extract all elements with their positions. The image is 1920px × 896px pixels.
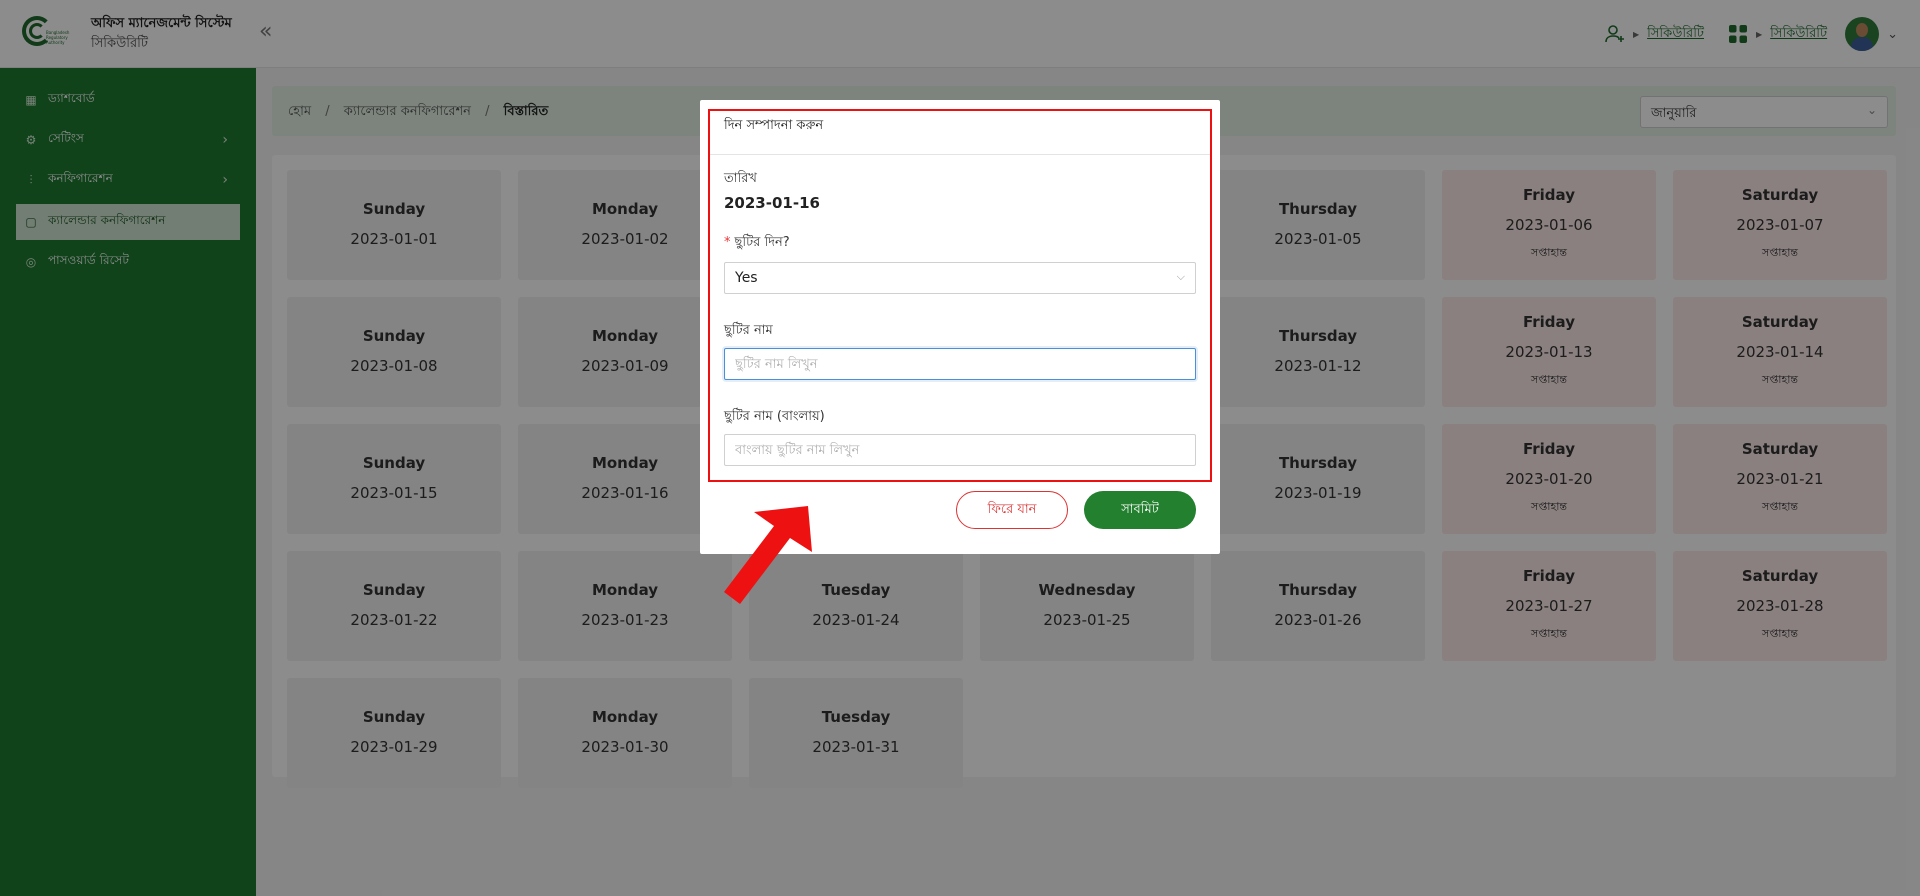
annotation-arrow-icon (724, 506, 812, 604)
modal-divider (710, 154, 1210, 155)
holiday-question-text: ছুটির দিন? (734, 235, 790, 250)
holiday-name-input[interactable] (724, 348, 1196, 380)
holiday-select-value: Yes (735, 270, 758, 286)
holiday-name-label: ছুটির নাম (724, 323, 773, 338)
back-button[interactable]: ফিরে যান (956, 491, 1068, 529)
date-label: তারিখ (724, 171, 757, 186)
modal-title: দিন সম্পাদনা করুন (724, 118, 824, 133)
edit-day-modal (700, 100, 1220, 554)
chevron-down-icon: ⌵ (1176, 270, 1185, 283)
holiday-name-bn-label: ছুটির নাম (বাংলায়) (724, 409, 825, 424)
submit-button[interactable]: সাবমিট (1084, 491, 1196, 529)
holiday-select[interactable]: Yes ⌵ (724, 262, 1196, 294)
required-marker: * (724, 235, 731, 250)
holiday-name-bn-input[interactable] (724, 434, 1196, 466)
date-value: 2023-01-16 (724, 194, 820, 212)
holiday-question-label: * ছুটির দিন? (724, 233, 790, 254)
